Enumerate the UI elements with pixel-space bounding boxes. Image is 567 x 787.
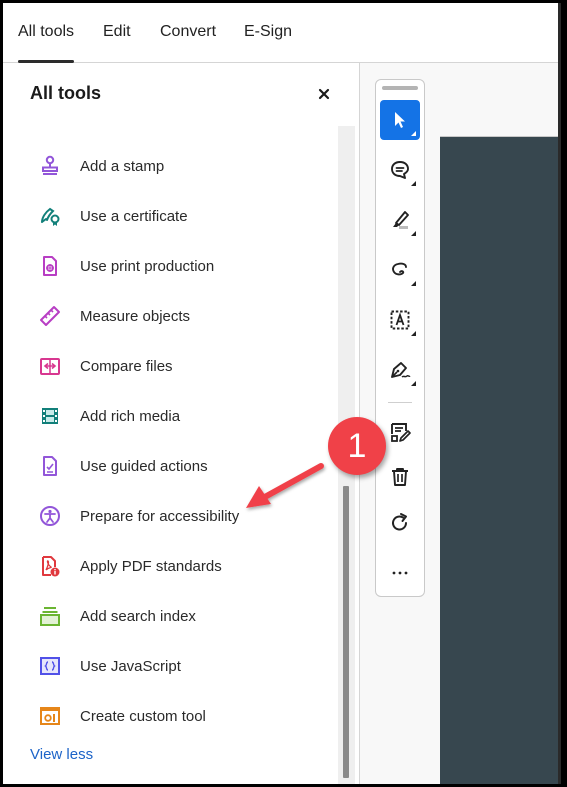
select-tool-button[interactable] <box>380 100 420 140</box>
tool-item-print-production[interactable]: Use print production <box>39 251 329 281</box>
tool-item-label: Add rich media <box>80 407 181 425</box>
submenu-indicator <box>411 181 416 186</box>
tool-item-label: Add a stamp <box>80 157 165 175</box>
trash-icon <box>392 468 408 486</box>
quick-tools-toolbar <box>375 79 425 597</box>
tool-item-label: Use a certificate <box>80 207 188 225</box>
highlight-tool-button[interactable] <box>380 200 420 240</box>
tool-item-custom-tool[interactable]: Create custom tool <box>39 701 329 731</box>
submenu-indicator <box>411 231 416 236</box>
print-production-icon <box>43 256 57 276</box>
tool-item-label: Create custom tool <box>80 707 206 725</box>
panel-title: All tools <box>30 83 101 103</box>
accessibility-icon <box>40 506 60 526</box>
tool-item-add-stamp[interactable]: Add a stamp <box>39 151 329 181</box>
pen-sign-icon <box>391 362 411 378</box>
javascript-icon <box>40 657 60 675</box>
tool-item-measure-objects[interactable]: Measure objects <box>39 301 329 331</box>
form-edit-icon <box>391 423 411 442</box>
all-tools-panel: All tools Add a stamp Use a certificate … <box>3 63 360 784</box>
pdf-standards-icon <box>42 556 60 577</box>
sign-tool-button[interactable] <box>380 350 420 390</box>
window-edge-shadow <box>558 3 561 784</box>
more-icon <box>392 571 408 575</box>
comment-tool-button[interactable] <box>380 150 420 190</box>
step-callout-badge: 1 <box>328 417 386 475</box>
close-panel-button[interactable] <box>316 86 332 102</box>
tool-item-label: Use print production <box>80 257 215 275</box>
tool-item-label: Measure objects <box>80 307 191 325</box>
highlighter-icon <box>393 211 409 229</box>
freehand-draw-icon <box>392 262 407 276</box>
tab-all-tools[interactable]: All tools <box>18 23 75 63</box>
search-index-icon <box>40 607 60 626</box>
rotate-icon <box>392 513 407 531</box>
comment-icon <box>391 161 409 179</box>
text-box-icon <box>390 310 410 330</box>
more-tools-button[interactable] <box>380 553 420 593</box>
edit-form-tool-button[interactable] <box>380 413 420 453</box>
toolbar-drag-handle[interactable] <box>382 86 418 90</box>
tab-e-sign[interactable]: E-Sign <box>244 23 292 41</box>
view-less-link[interactable]: View less <box>30 746 93 763</box>
tool-item-label: Use JavaScript <box>80 657 181 675</box>
tool-item-use-certificate[interactable]: Use a certificate <box>39 201 329 231</box>
tool-item-label: Use guided actions <box>80 457 208 475</box>
close-icon <box>318 88 330 100</box>
compare-files-icon <box>40 358 60 375</box>
toolbar-divider <box>388 402 412 403</box>
tool-item-label: Add search index <box>80 607 196 625</box>
top-nav: All tools Edit Convert E-Sign <box>3 3 561 63</box>
submenu-indicator <box>411 381 416 386</box>
film-strip-icon <box>42 408 58 424</box>
delete-tool-button[interactable] <box>380 457 420 497</box>
tool-item-label: Prepare for accessibility <box>80 507 240 525</box>
submenu-indicator <box>411 281 416 286</box>
certificate-icon <box>41 207 60 226</box>
custom-tool-icon <box>40 707 60 725</box>
pointer-icon <box>395 112 405 128</box>
tool-item-pdf-standards[interactable]: Apply PDF standards <box>39 551 329 581</box>
rotate-tool-button[interactable] <box>380 503 420 543</box>
stamp-icon <box>42 155 58 175</box>
tool-item-compare-files[interactable]: Compare files <box>39 351 329 381</box>
submenu-indicator <box>411 131 416 136</box>
text-recognition-tool-button[interactable] <box>380 300 420 340</box>
tab-convert[interactable]: Convert <box>160 23 216 41</box>
submenu-indicator <box>411 331 416 336</box>
tool-item-label: Compare files <box>80 357 173 375</box>
tool-item-rich-media[interactable]: Add rich media <box>39 401 329 431</box>
app-window: All tools Edit Convert E-Sign All tools … <box>3 3 561 784</box>
tab-edit[interactable]: Edit <box>103 23 131 41</box>
draw-tool-button[interactable] <box>380 250 420 290</box>
annotation-arrow-icon <box>246 463 324 508</box>
scrollbar-thumb[interactable] <box>343 486 349 778</box>
document-page <box>440 136 561 784</box>
tool-item-label: Apply PDF standards <box>80 557 222 575</box>
tool-item-javascript[interactable]: Use JavaScript <box>39 651 329 681</box>
guided-actions-icon <box>43 456 57 476</box>
tool-item-search-index[interactable]: Add search index <box>39 601 329 631</box>
ruler-icon <box>40 306 60 326</box>
